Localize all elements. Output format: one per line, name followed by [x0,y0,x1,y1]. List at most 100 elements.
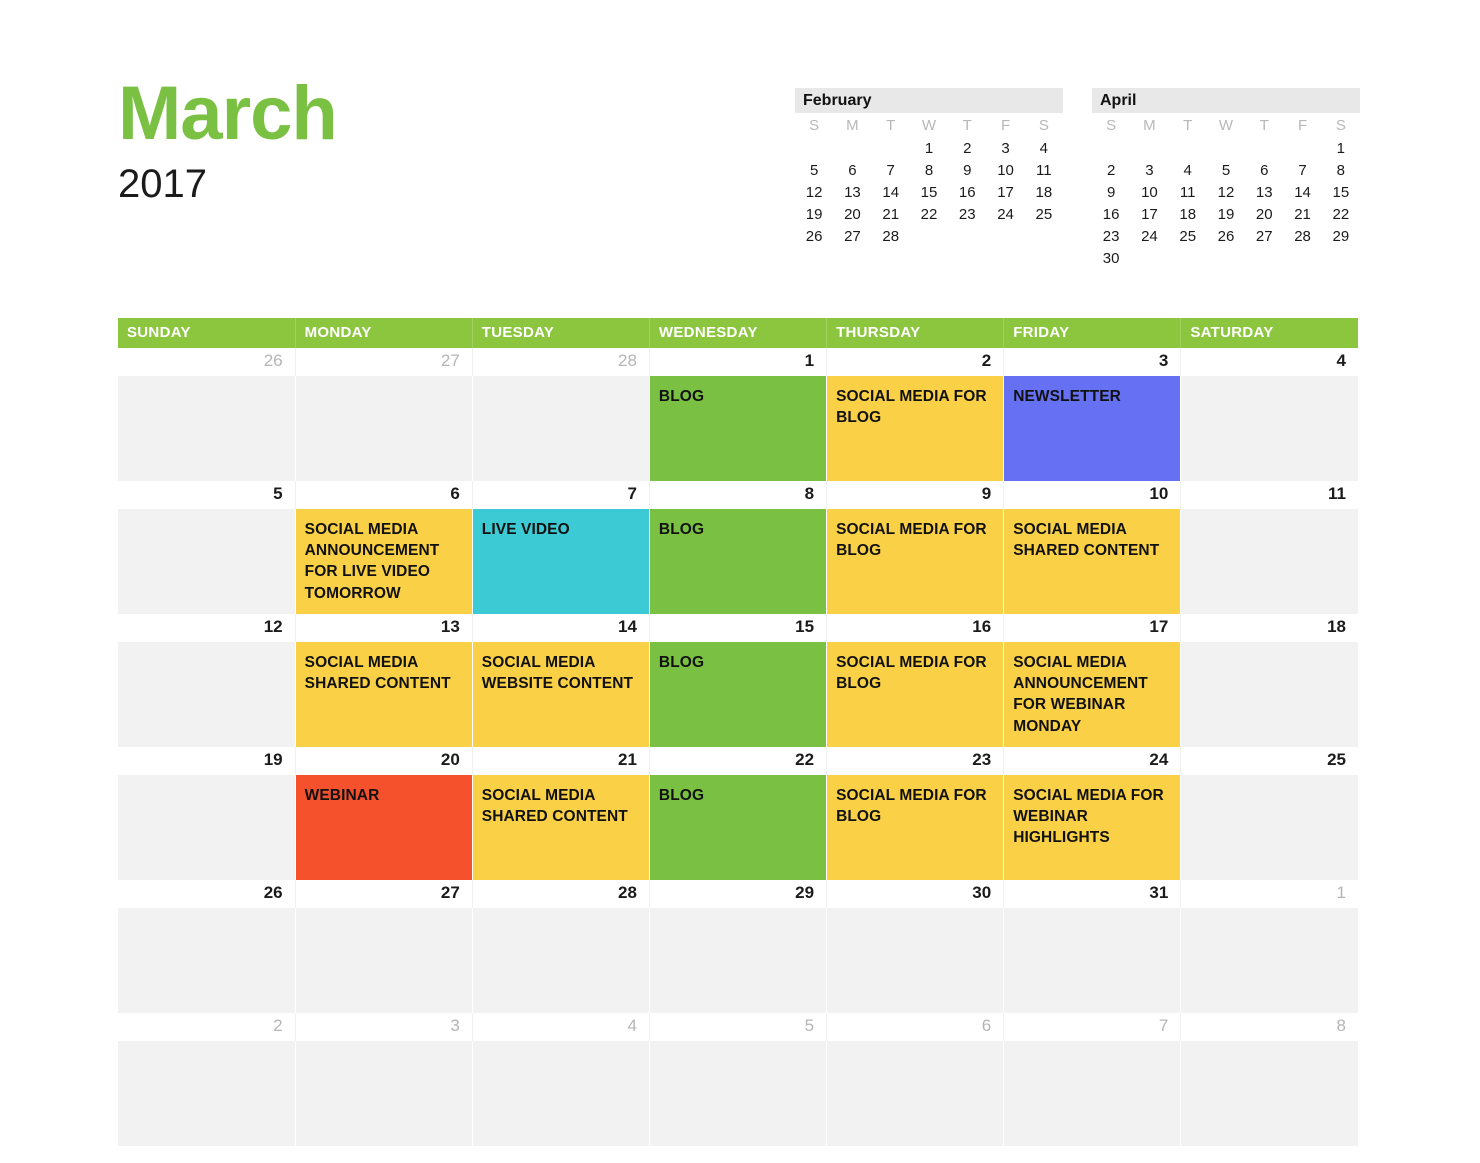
event-cell[interactable]: SOCIAL MEDIA FOR WEBINAR HIGHLIGHTS [1003,775,1182,880]
event-cell[interactable] [1003,908,1182,1013]
event-cell[interactable]: SOCIAL MEDIA FOR BLOG [826,376,1005,481]
event-cell[interactable] [118,908,296,1013]
date-cell[interactable]: 27 [295,348,473,376]
date-cell[interactable]: 10 [1003,481,1182,509]
event-chip[interactable]: SOCIAL MEDIA ANNOUNCEMENT FOR LIVE VIDEO… [295,509,472,614]
date-cell[interactable]: 4 [1180,348,1358,376]
date-cell[interactable]: 7 [1003,1013,1182,1041]
event-cell[interactable] [295,1041,473,1146]
event-cell[interactable] [118,775,296,880]
event-cell[interactable] [1180,376,1358,481]
event-cell[interactable]: SOCIAL MEDIA WEBSITE CONTENT [472,642,650,747]
date-cell[interactable]: 27 [295,880,473,908]
date-cell[interactable]: 29 [649,880,828,908]
event-chip[interactable]: SOCIAL MEDIA FOR BLOG [827,376,1004,481]
event-cell[interactable]: BLOG [649,509,828,614]
event-cell[interactable] [1180,1041,1358,1146]
date-cell[interactable]: 2 [118,1013,296,1041]
date-cell[interactable]: 1 [649,348,828,376]
date-cell[interactable]: 8 [1180,1013,1358,1041]
event-cell[interactable] [649,1041,828,1146]
date-cell[interactable]: 8 [649,481,828,509]
date-cell[interactable]: 21 [472,747,650,775]
date-cell[interactable]: 25 [1180,747,1358,775]
date-cell[interactable]: 9 [826,481,1005,509]
event-chip[interactable]: SOCIAL MEDIA FOR BLOG [827,775,1004,880]
event-chip[interactable]: NEWSLETTER [1004,376,1181,481]
date-cell[interactable]: 5 [649,1013,828,1041]
date-cell[interactable]: 31 [1003,880,1182,908]
date-cell[interactable]: 7 [472,481,650,509]
date-cell[interactable]: 4 [472,1013,650,1041]
event-chip[interactable]: SOCIAL MEDIA SHARED CONTENT [1004,509,1181,614]
date-cell[interactable]: 13 [295,614,473,642]
event-cell[interactable]: WEBINAR [295,775,473,880]
date-cell[interactable]: 17 [1003,614,1182,642]
date-cell[interactable]: 15 [649,614,828,642]
date-cell[interactable]: 22 [649,747,828,775]
event-cell[interactable]: SOCIAL MEDIA FOR BLOG [826,642,1005,747]
date-cell[interactable]: 26 [118,348,296,376]
date-cell[interactable]: 20 [295,747,473,775]
event-cell[interactable]: BLOG [649,376,828,481]
event-cell[interactable]: NEWSLETTER [1003,376,1182,481]
date-cell[interactable]: 28 [472,880,650,908]
event-chip[interactable]: SOCIAL MEDIA ANNOUNCEMENT FOR WEBINAR MO… [1004,642,1181,747]
event-cell[interactable]: LIVE VIDEO [472,509,650,614]
event-cell[interactable] [118,509,296,614]
event-cell[interactable]: SOCIAL MEDIA ANNOUNCEMENT FOR WEBINAR MO… [1003,642,1182,747]
event-chip[interactable]: SOCIAL MEDIA FOR BLOG [827,642,1004,747]
event-chip[interactable]: BLOG [649,775,827,880]
event-cell[interactable]: SOCIAL MEDIA FOR BLOG [826,509,1005,614]
date-cell[interactable]: 19 [118,747,296,775]
event-chip[interactable]: BLOG [649,642,827,747]
date-cell[interactable]: 28 [472,348,650,376]
event-chip[interactable]: SOCIAL MEDIA SHARED CONTENT [472,775,649,880]
event-cell[interactable] [472,908,650,1013]
date-cell[interactable]: 3 [295,1013,473,1041]
event-cell[interactable] [472,376,650,481]
date-cell[interactable]: 6 [295,481,473,509]
event-chip[interactable]: SOCIAL MEDIA SHARED CONTENT [295,642,472,747]
event-cell[interactable] [826,1041,1005,1146]
event-cell[interactable] [649,908,828,1013]
date-cell[interactable]: 23 [826,747,1005,775]
event-cell[interactable]: SOCIAL MEDIA SHARED CONTENT [472,775,650,880]
event-cell[interactable]: SOCIAL MEDIA FOR BLOG [826,775,1005,880]
event-cell[interactable] [1180,908,1358,1013]
event-chip[interactable]: WEBINAR [295,775,472,880]
date-cell[interactable]: 3 [1003,348,1182,376]
date-cell[interactable]: 14 [472,614,650,642]
event-chip[interactable]: LIVE VIDEO [472,509,649,614]
event-chip[interactable]: SOCIAL MEDIA WEBSITE CONTENT [472,642,649,747]
event-cell[interactable] [118,642,296,747]
event-chip[interactable]: SOCIAL MEDIA FOR WEBINAR HIGHLIGHTS [1004,775,1181,880]
event-cell[interactable] [826,908,1005,1013]
event-cell[interactable] [118,376,296,481]
date-cell[interactable]: 2 [826,348,1005,376]
date-cell[interactable]: 12 [118,614,296,642]
event-cell[interactable] [1180,642,1358,747]
event-cell[interactable] [1180,509,1358,614]
event-cell[interactable] [295,908,473,1013]
event-cell[interactable]: SOCIAL MEDIA SHARED CONTENT [295,642,473,747]
date-cell[interactable]: 24 [1003,747,1182,775]
event-cell[interactable]: SOCIAL MEDIA SHARED CONTENT [1003,509,1182,614]
date-cell[interactable]: 16 [826,614,1005,642]
event-cell[interactable] [1003,1041,1182,1146]
event-chip[interactable]: SOCIAL MEDIA FOR BLOG [827,509,1004,614]
event-cell[interactable]: BLOG [649,775,828,880]
date-cell[interactable]: 5 [118,481,296,509]
date-cell[interactable]: 1 [1180,880,1358,908]
event-chip[interactable]: BLOG [649,376,827,481]
date-cell[interactable]: 30 [826,880,1005,908]
event-cell[interactable] [118,1041,296,1146]
event-cell[interactable] [472,1041,650,1146]
date-cell[interactable]: 26 [118,880,296,908]
event-cell[interactable]: SOCIAL MEDIA ANNOUNCEMENT FOR LIVE VIDEO… [295,509,473,614]
event-chip[interactable]: BLOG [649,509,827,614]
event-cell[interactable] [295,376,473,481]
event-cell[interactable]: BLOG [649,642,828,747]
event-cell[interactable] [1180,775,1358,880]
date-cell[interactable]: 18 [1180,614,1358,642]
